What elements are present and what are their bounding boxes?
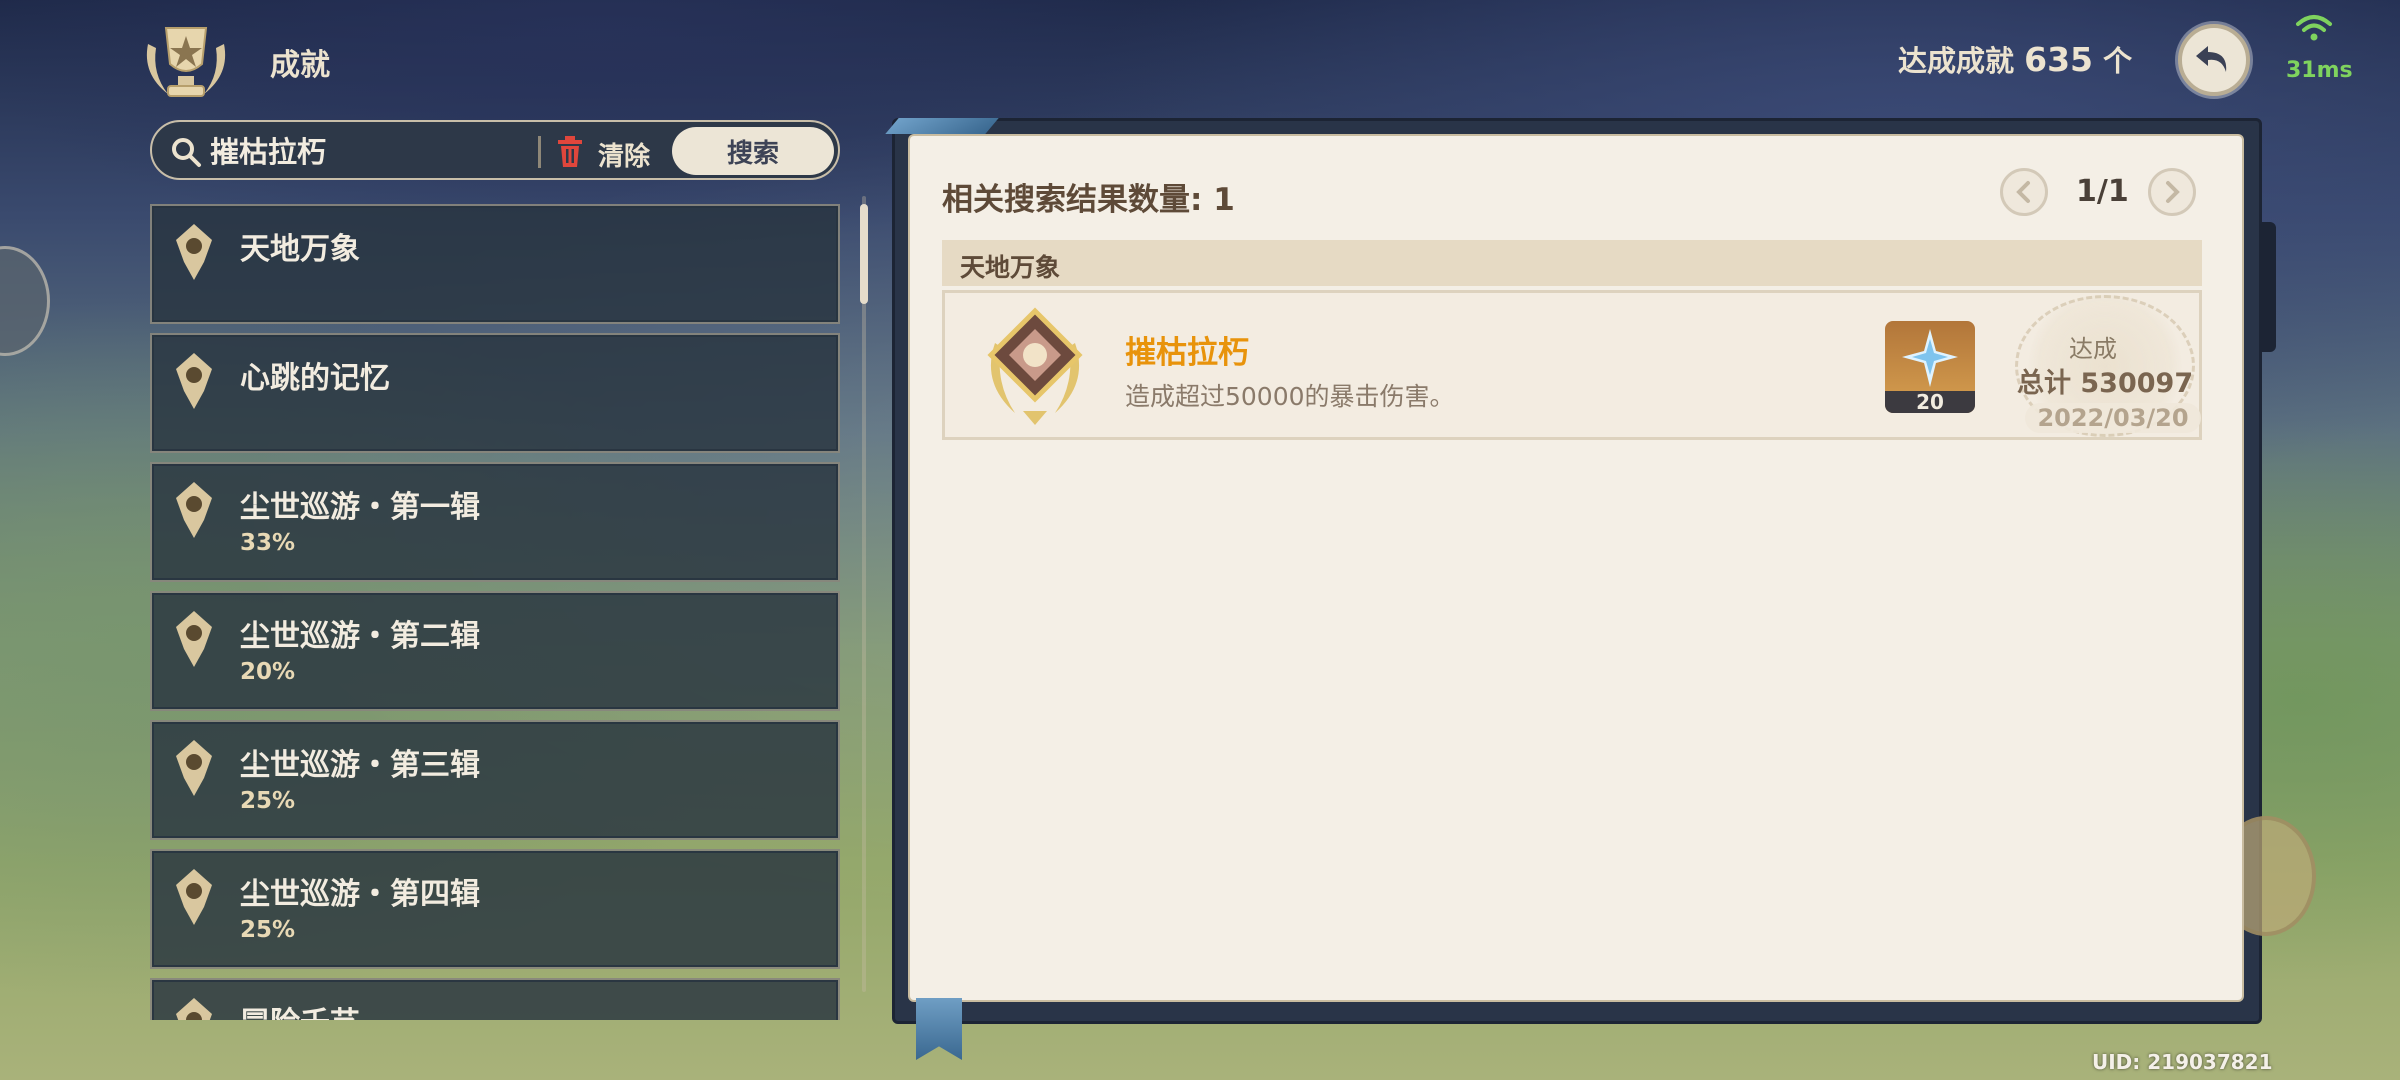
category-name: 尘世巡游・第三辑 xyxy=(240,748,480,783)
result-group-title: 天地万象 xyxy=(960,253,1061,282)
search-button[interactable]: 搜索 xyxy=(672,127,834,175)
category-percent: 20% xyxy=(240,659,296,685)
category-item[interactable]: 尘世巡游・第四辑 25% xyxy=(150,849,840,969)
category-name: 冒险千艺 xyxy=(240,998,360,1020)
achievement-badge-icon xyxy=(987,307,1083,425)
completion-date: 2022/03/20 xyxy=(2025,403,2201,433)
player-uid: UID: 219037821 xyxy=(2092,1050,2273,1074)
category-scroll-thumb[interactable] xyxy=(860,204,868,304)
category-percent: 25% xyxy=(240,917,296,943)
achievement-row[interactable]: 摧枯拉朽 造成超过50000的暴击伤害。 20 达成 总计 530097 202… xyxy=(942,290,2202,440)
category-icon xyxy=(176,611,212,667)
category-name: 天地万象 xyxy=(240,232,360,267)
category-icon xyxy=(176,224,212,280)
reward-quantity: 20 xyxy=(1885,391,1975,413)
search-divider xyxy=(538,136,541,168)
next-page-button[interactable] xyxy=(2148,168,2196,216)
category-list: 天地万象 心跳的记忆 尘世巡游・第一辑 33% 尘世巡游・第二辑 20% 尘世巡… xyxy=(150,204,842,1020)
bookmark-ribbon xyxy=(916,998,962,1060)
search-icon xyxy=(172,138,201,167)
category-item[interactable]: 尘世巡游・第一辑 33% xyxy=(150,462,840,582)
search-bar: 清除 搜索 xyxy=(150,120,840,180)
back-button[interactable] xyxy=(2178,24,2250,96)
category-name: 尘世巡游・第二辑 xyxy=(240,619,480,654)
stamp-label: 达成 xyxy=(2069,335,2117,363)
category-percent: 25% xyxy=(240,788,296,814)
category-icon xyxy=(176,740,212,796)
achieved-label: 达成成就 xyxy=(1898,44,2015,78)
category-item[interactable]: 天地万象 xyxy=(150,204,840,324)
category-icon xyxy=(176,998,212,1020)
result-group-header: 天地万象 xyxy=(942,240,2202,286)
trophy-icon xyxy=(146,27,226,97)
page-title: 成就 xyxy=(270,48,330,83)
trash-icon[interactable] xyxy=(556,136,584,168)
prev-page-button[interactable] xyxy=(2000,168,2048,216)
achieved-count: 达成成就 635 个 xyxy=(1898,38,2132,80)
wifi-icon xyxy=(2296,15,2332,41)
category-icon xyxy=(176,869,212,925)
achieved-number: 635 xyxy=(2024,40,2094,79)
panel-frame-edge xyxy=(2262,222,2276,352)
clear-button[interactable]: 清除 xyxy=(598,136,650,173)
category-item[interactable]: 冒险千艺 xyxy=(150,978,840,1020)
category-percent: 33% xyxy=(240,530,296,556)
ping-indicator: 31ms xyxy=(2286,58,2353,83)
category-name: 尘世巡游・第一辑 xyxy=(240,490,480,525)
category-scroll-track[interactable] xyxy=(862,196,866,992)
side-deco xyxy=(0,246,50,356)
achievement-description: 造成超过50000的暴击伤害。 xyxy=(1125,382,1455,411)
stamp-total: 总计 530097 xyxy=(2017,368,2194,399)
results-count: 相关搜索结果数量: 1 xyxy=(942,182,1235,218)
back-arrow-icon xyxy=(2196,46,2227,72)
page-indicator: 1/1 xyxy=(2076,174,2129,209)
category-icon xyxy=(176,353,212,409)
achievement-name: 摧枯拉朽 xyxy=(1125,335,1249,371)
category-name: 心跳的记忆 xyxy=(240,361,390,396)
corner-ribbon xyxy=(885,118,999,134)
chevron-right-icon xyxy=(2166,181,2180,203)
category-icon xyxy=(176,482,212,538)
achieved-unit: 个 xyxy=(2103,44,2133,78)
category-item[interactable]: 尘世巡游・第三辑 25% xyxy=(150,720,840,840)
chevron-left-icon xyxy=(2016,181,2030,203)
category-item[interactable]: 心跳的记忆 xyxy=(150,333,840,453)
category-item[interactable]: 尘世巡游・第二辑 20% xyxy=(150,591,840,711)
reward-item[interactable]: 20 xyxy=(1885,321,1975,413)
category-name: 尘世巡游・第四辑 xyxy=(240,877,480,912)
primogem-icon xyxy=(1902,329,1958,387)
